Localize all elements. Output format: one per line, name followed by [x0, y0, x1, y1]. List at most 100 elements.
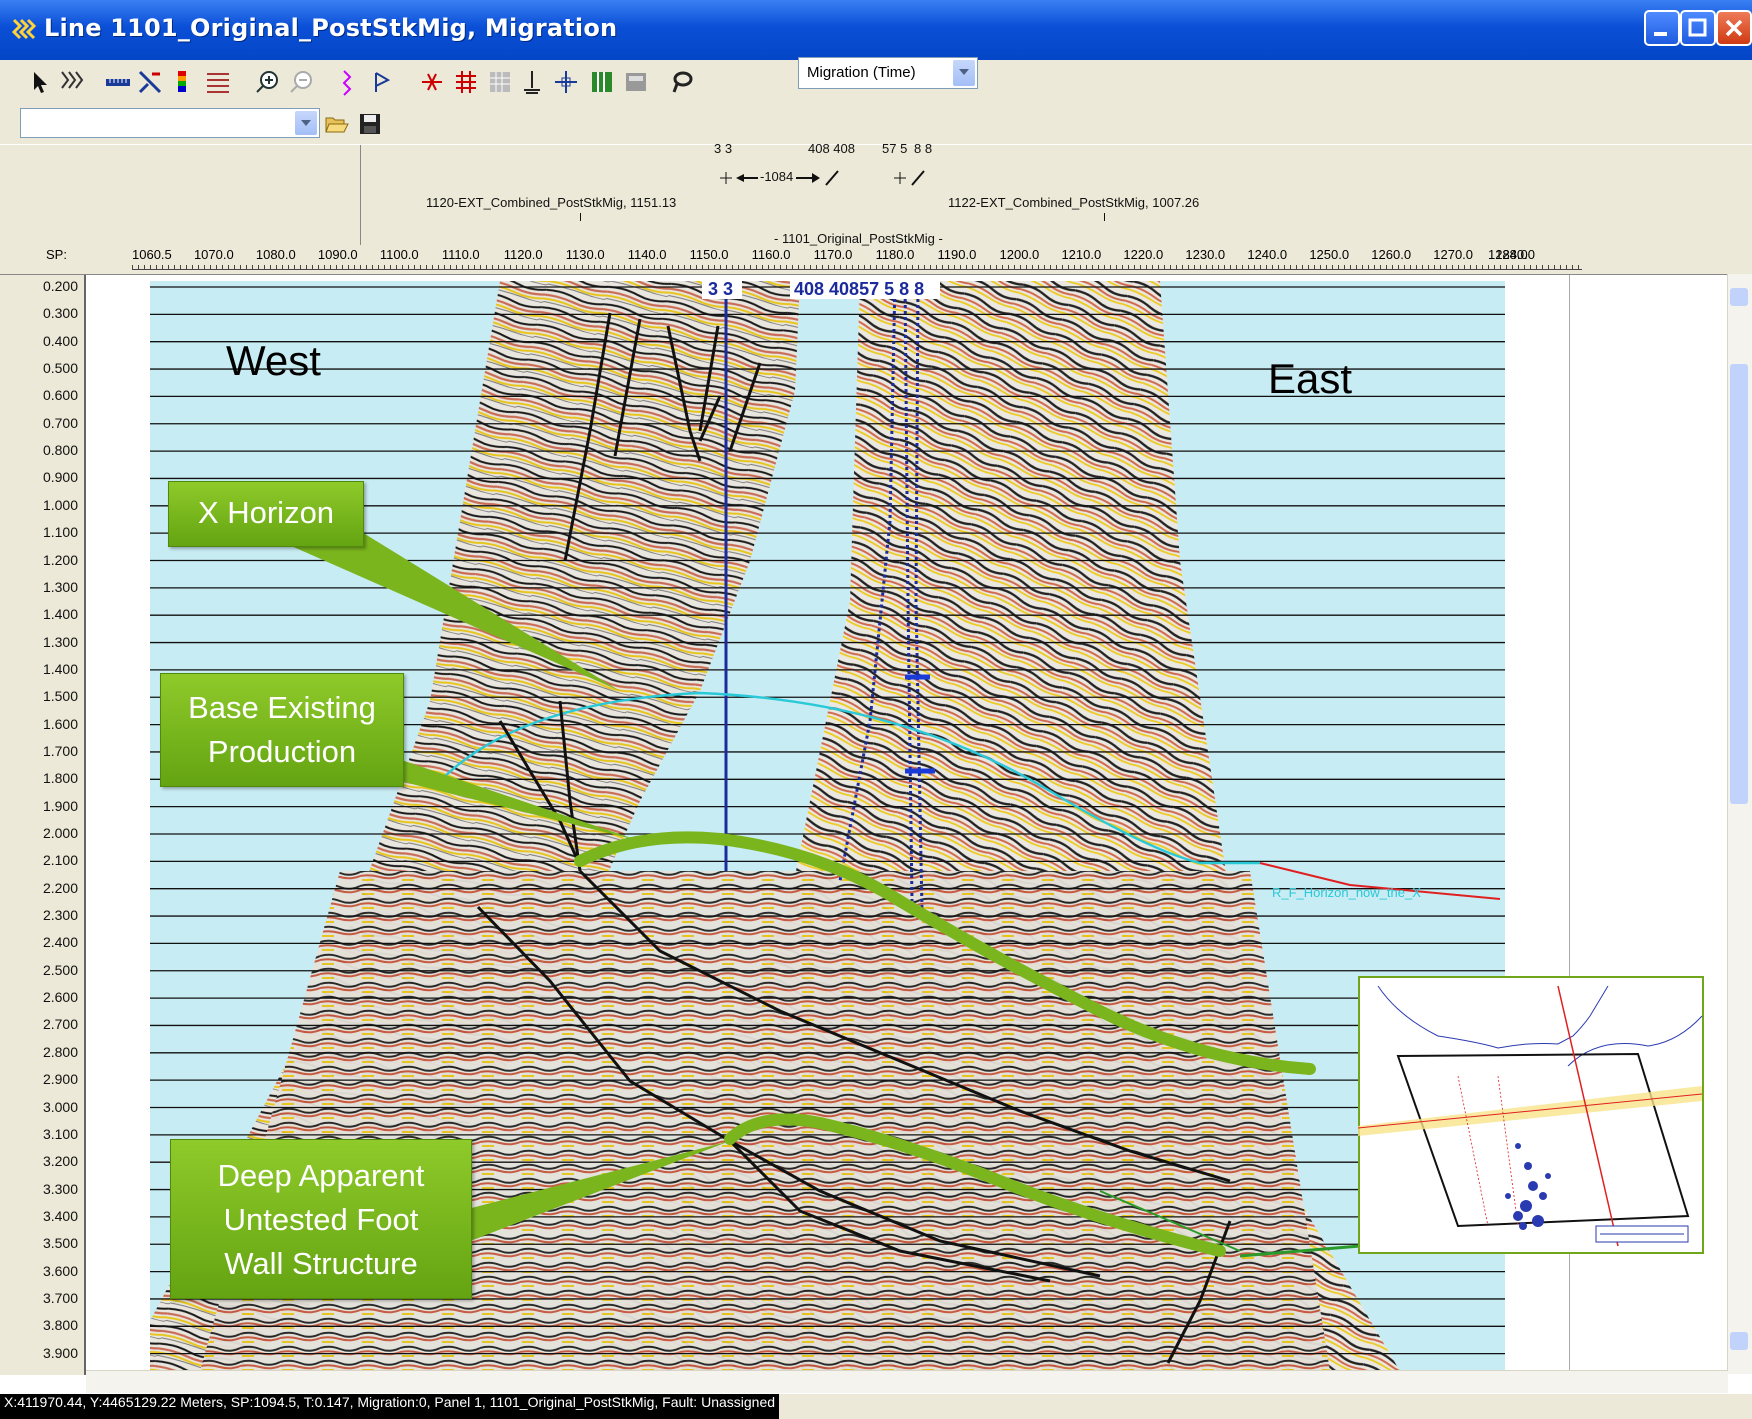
horizon-name-label: R_F_Horizon_now_the_X	[1272, 885, 1421, 900]
mode-select-value: Migration (Time)	[807, 64, 916, 81]
main-toolbar: Migration (Time)	[0, 57, 1752, 148]
time-tick-label: 3.200	[42, 1153, 78, 1170]
callout-deep-line2: Untested Foot	[223, 1202, 419, 1237]
sp-axis-label: SP:	[46, 247, 67, 262]
time-tick-label: 1.900	[42, 797, 78, 814]
sp-tick-label: 1270.0	[1433, 247, 1474, 262]
well-label-3: 3 3	[714, 141, 733, 156]
callout-base-line2: Production	[207, 734, 357, 769]
left-tie-line: 1120-EXT_Combined_PostStkMig, 1151.13	[426, 195, 677, 210]
mode-select[interactable]: Migration (Time)	[798, 57, 978, 89]
color-bar-icon[interactable]	[168, 68, 196, 96]
sp-axis: SP: 1060.5 1070.0 1080.0 1090.0 1100.0 1110.0…	[0, 247, 1752, 271]
density-icon[interactable]	[204, 68, 232, 96]
ruler-icon[interactable]	[104, 68, 132, 96]
time-tick-label: 3.000	[42, 1098, 78, 1115]
time-tick-label: 1.800	[42, 770, 78, 787]
horizon-icon[interactable]	[336, 68, 364, 96]
sp-tick-label: 1180.0	[875, 247, 915, 262]
tie-icon[interactable]	[418, 68, 446, 96]
time-tick-label: 3.100	[42, 1125, 78, 1142]
time-tick-label: 1.700	[42, 742, 78, 759]
well-label-8: 8 8	[914, 141, 933, 156]
chevron-down-icon[interactable]	[295, 111, 317, 135]
horizontal-scrollbar[interactable]	[86, 1370, 1728, 1393]
callout-deep-line1: Deep Apparent	[217, 1158, 425, 1193]
wiggle-icon[interactable]	[58, 68, 86, 96]
scroll-thumb[interactable]	[1730, 364, 1748, 804]
callout-deep-line3: Wall Structure	[224, 1246, 418, 1281]
time-axis: 0.200 0.300 0.400 0.500 0.600 0.700 0.800 0.900…	[0, 275, 86, 1375]
time-tick-label: 1.500	[42, 688, 78, 705]
mesh-icon[interactable]	[486, 68, 514, 96]
sp-tick-label: 1210.0	[1061, 247, 1102, 262]
flag-icon[interactable]	[368, 68, 396, 96]
time-tick-label: 2.200	[42, 879, 78, 896]
zoom-out-icon[interactable]	[288, 68, 316, 96]
sp-tick-label: 1230.0	[1185, 247, 1226, 262]
sp-tick-label: 1160.0	[751, 247, 791, 262]
east-label: East	[1268, 355, 1353, 402]
time-tick-label: 0.200	[42, 278, 78, 294]
well-label-408: 408 408	[808, 141, 855, 156]
seismic-view[interactable]: 0.200 0.300 0.400 0.500 0.600 0.700 0.800 0.900…	[0, 274, 1752, 1395]
sp-tick-label: 1130.0	[565, 247, 605, 262]
time-tick-label: 1.300	[42, 633, 78, 650]
time-tick-label: 3.400	[42, 1207, 78, 1224]
callout-base-line1: Base Existing	[188, 690, 376, 725]
minimize-button[interactable]	[1644, 10, 1680, 46]
status-bar: X:411970.44, Y:4465129.22 Meters, SP:109…	[0, 1394, 1752, 1419]
sp-tick-label: 1100.0	[379, 247, 419, 262]
time-tick-label: 1.300	[42, 578, 78, 595]
time-tick-label: 1.200	[42, 551, 78, 568]
time-tick-label: 0.800	[42, 442, 78, 459]
minimize-icon	[1654, 32, 1667, 36]
maximize-icon	[1688, 18, 1707, 37]
time-tick-label: 2.600	[42, 989, 78, 1006]
time-tick-label: 3.900	[42, 1344, 78, 1361]
open-folder-icon[interactable]	[324, 112, 350, 136]
line-select-combo[interactable]	[20, 108, 320, 138]
status-text: X:411970.44, Y:4465129.22 Meters, SP:109…	[0, 1394, 780, 1419]
save-icon[interactable]	[358, 112, 382, 136]
grid-icon[interactable]	[452, 68, 480, 96]
fault-pick-icon[interactable]	[136, 68, 164, 96]
time-tick-label: 3.300	[42, 1180, 78, 1197]
time-tick-label: 0.300	[42, 305, 78, 322]
sp-tick-label: 1060.5	[132, 247, 172, 262]
time-tick-label: 1.600	[42, 715, 78, 732]
time-tick-label: 1.000	[42, 496, 78, 513]
time-tick-label: 2.900	[42, 1071, 78, 1088]
sp-tick-label: 1140.0	[627, 247, 667, 262]
time-tick-label: 2.000	[42, 825, 78, 841]
panel-icon[interactable]	[588, 68, 616, 96]
sp-tick-label: 1120.0	[503, 247, 543, 262]
well-marker-left: 3 3	[708, 279, 734, 299]
zoom-in-icon[interactable]	[254, 68, 282, 96]
sp-tick-label: 1220.0	[1123, 247, 1164, 262]
well-icon[interactable]	[518, 68, 546, 96]
maximize-button[interactable]	[1680, 10, 1716, 46]
chevron-down-icon[interactable]	[953, 60, 975, 86]
time-tick-label: 2.100	[42, 852, 78, 869]
sp-tick-label: 1170.0	[813, 247, 853, 262]
time-tick-label: 3.500	[42, 1235, 78, 1252]
time-tick-label: 0.400	[42, 332, 78, 349]
close-button[interactable]	[1716, 10, 1752, 46]
vertical-scrollbar[interactable]	[1727, 274, 1752, 1374]
layer-icon[interactable]	[622, 68, 650, 96]
crosshair-icon[interactable]	[552, 68, 580, 96]
pointer-icon[interactable]	[26, 68, 54, 96]
callout-x-horizon: X Horizon	[168, 481, 364, 547]
time-tick-label: 3.600	[42, 1262, 78, 1279]
time-tick-label: 0.600	[42, 387, 78, 404]
well-symbols	[720, 170, 925, 186]
sp-tick-label: 1200.0	[999, 247, 1040, 262]
scroll-up-button[interactable]	[1730, 288, 1748, 306]
callout-base-existing: Base Existing Production	[160, 673, 404, 787]
west-label: West	[226, 337, 321, 384]
scroll-down-button[interactable]	[1730, 1332, 1748, 1350]
lasso-icon[interactable]	[668, 68, 696, 96]
well-marker-right: 408 40857 5 8 8	[794, 279, 925, 299]
window-title: Line 1101_Original_PostStkMig, Migration	[44, 14, 618, 42]
